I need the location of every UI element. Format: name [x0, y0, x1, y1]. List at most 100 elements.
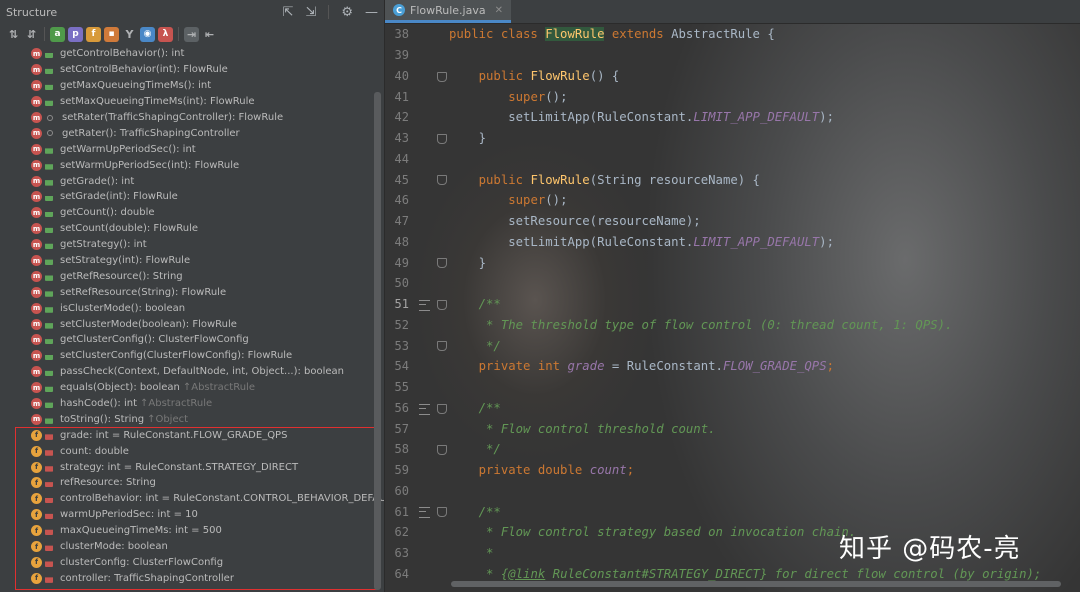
tree-item-field[interactable]: f clusterMode: boolean — [0, 539, 372, 555]
fold-marker-icon[interactable] — [437, 258, 447, 269]
code-line[interactable]: 60 — [385, 481, 1080, 502]
code-line[interactable]: 58 */ — [385, 439, 1080, 460]
code-line[interactable]: 42 setLimitApp(RuleConstant.LIMIT_APP_DE… — [385, 107, 1080, 128]
show-fields-icon[interactable]: f — [86, 26, 101, 42]
structure-scrollbar[interactable] — [374, 92, 381, 590]
fold-marker-icon[interactable] — [437, 175, 447, 186]
tree-item-method[interactable]: m getStrategy(): int — [0, 237, 372, 253]
tree-item-method[interactable]: m setClusterMode(boolean): FlowRule — [0, 316, 372, 332]
tree-item-method[interactable]: m hashCode(): int ↑AbstractRule — [0, 396, 372, 412]
code-line[interactable]: 57 * Flow control threshold count. — [385, 418, 1080, 439]
line-number[interactable]: 44 — [385, 152, 409, 166]
settings-gear-icon[interactable]: ⚙ — [341, 5, 353, 20]
code-line[interactable]: 61 /** — [385, 501, 1080, 522]
code-line[interactable]: 52 * The threshold type of flow control … — [385, 315, 1080, 336]
line-number[interactable]: 60 — [385, 484, 409, 498]
code-line[interactable]: 56 /** — [385, 398, 1080, 419]
hide-panel-icon[interactable]: — — [365, 5, 378, 20]
code-line[interactable]: 39 — [385, 45, 1080, 66]
fold-marker-icon[interactable] — [437, 507, 447, 518]
tree-item-field[interactable]: f controlBehavior: int = RuleConstant.CON… — [0, 491, 384, 507]
code-line[interactable]: 49 } — [385, 252, 1080, 273]
code-line[interactable]: 46 super(); — [385, 190, 1080, 211]
tree-item-method[interactable]: m setClusterConfig(ClusterFlowConfig): Fl… — [0, 348, 372, 364]
line-number[interactable]: 57 — [385, 422, 409, 436]
fold-marker-icon[interactable] — [437, 133, 447, 144]
line-number[interactable]: 61 — [385, 505, 409, 519]
line-number[interactable]: 63 — [385, 546, 409, 560]
line-number[interactable]: 59 — [385, 463, 409, 477]
tree-item-field[interactable]: f controller: TrafficShapingController — [0, 570, 372, 586]
line-number[interactable]: 39 — [385, 48, 409, 62]
sort-visibility-icon[interactable]: ⇵ — [24, 27, 39, 42]
code-line[interactable]: 59 private double count; — [385, 460, 1080, 481]
tree-item-method[interactable]: m setMaxQueueingTimeMs(int): FlowRule — [0, 94, 372, 110]
tree-item-field[interactable]: f maxQueueingTimeMs: int = 500 — [0, 523, 372, 539]
code-line[interactable]: 40 public FlowRule() { — [385, 66, 1080, 87]
code-line[interactable]: 47 setResource(resourceName); — [385, 211, 1080, 232]
code-line[interactable]: 43 } — [385, 128, 1080, 149]
line-number[interactable]: 43 — [385, 131, 409, 145]
line-number[interactable]: 56 — [385, 401, 409, 415]
tree-item-method[interactable]: m setWarmUpPeriodSec(int): FlowRule — [0, 157, 372, 173]
code-line[interactable]: 55 — [385, 377, 1080, 398]
line-number[interactable]: 53 — [385, 339, 409, 353]
tree-item-field[interactable]: f refResource: String — [0, 475, 372, 491]
tree-item-method[interactable]: m getClusterConfig(): ClusterFlowConfig — [0, 332, 372, 348]
line-number[interactable]: 47 — [385, 214, 409, 228]
tree-item-method[interactable]: m getWarmUpPeriodSec(): int — [0, 141, 372, 157]
tree-item-method[interactable]: m passCheck(Context, DefaultNode, int, Ob… — [0, 364, 372, 380]
line-number[interactable]: 52 — [385, 318, 409, 332]
tree-item-method[interactable]: m setGrade(int): FlowRule — [0, 189, 372, 205]
close-tab-icon[interactable]: ✕ — [495, 5, 503, 16]
tree-item-method[interactable]: m getRefResource(): String — [0, 268, 372, 284]
rendered-doc-icon[interactable] — [419, 507, 430, 519]
tree-item-method[interactable]: m getRater(): TrafficShapingController — [0, 125, 372, 141]
code-line[interactable]: 50 — [385, 273, 1080, 294]
tree-item-method[interactable]: m isClusterMode(): boolean — [0, 300, 372, 316]
tree-item-method[interactable]: m setRefResource(String): FlowRule — [0, 284, 372, 300]
tree-item-method[interactable]: m setControlBehavior(int): FlowRule — [0, 62, 372, 78]
fold-marker-icon[interactable] — [437, 71, 447, 82]
rendered-doc-icon[interactable] — [419, 403, 430, 415]
code-line[interactable]: 45 public FlowRule(String resourceName) … — [385, 169, 1080, 190]
tree-item-field[interactable]: f clusterConfig: ClusterFlowConfig — [0, 555, 372, 571]
tree-item-field[interactable]: f strategy: int = RuleConstant.STRATEGY_D… — [0, 459, 372, 475]
fold-marker-icon[interactable] — [437, 341, 447, 352]
show-anonymous-icon[interactable]: a — [50, 26, 65, 42]
line-number[interactable]: 48 — [385, 235, 409, 249]
tree-item-method[interactable]: m getControlBehavior(): int — [0, 46, 372, 62]
tree-item-field[interactable]: f grade: int = RuleConstant.FLOW_GRADE_QP… — [0, 427, 372, 443]
code-line[interactable]: 53 */ — [385, 335, 1080, 356]
tree-item-method[interactable]: m getCount(): double — [0, 205, 372, 221]
code-line[interactable]: 38 public class FlowRule extends Abstract… — [385, 24, 1080, 45]
line-number[interactable]: 41 — [385, 90, 409, 104]
code-area[interactable]: 38 public class FlowRule extends Abstract… — [385, 24, 1080, 592]
line-number[interactable]: 45 — [385, 173, 409, 187]
code-line[interactable]: 48 setLimitApp(RuleConstant.LIMIT_APP_DE… — [385, 232, 1080, 253]
sort-alpha-icon[interactable]: ⇅ — [6, 27, 21, 42]
tree-item-method[interactable]: m toString(): String ↑Object — [0, 411, 372, 427]
autoscroll-from-source-icon[interactable]: ⇤ — [202, 27, 217, 42]
tab-flowrule-java[interactable]: C FlowRule.java ✕ — [385, 0, 511, 23]
fold-marker-icon[interactable] — [437, 403, 447, 414]
fold-marker-icon[interactable] — [437, 445, 447, 455]
line-number[interactable]: 42 — [385, 110, 409, 124]
line-number[interactable]: 46 — [385, 193, 409, 207]
tree-item-method[interactable]: m getMaxQueueingTimeMs(): int — [0, 78, 372, 94]
editor-horizontal-scrollbar[interactable] — [451, 581, 1061, 587]
line-number[interactable]: 55 — [385, 380, 409, 394]
code-line[interactable]: 54 private int grade = RuleConstant.FLOW… — [385, 356, 1080, 377]
line-number[interactable]: 64 — [385, 567, 409, 581]
line-number[interactable]: 50 — [385, 276, 409, 290]
tree-item-field[interactable]: f warmUpPeriodSec: int = 10 — [0, 507, 372, 523]
line-number[interactable]: 40 — [385, 69, 409, 83]
line-number[interactable]: 54 — [385, 359, 409, 373]
line-number[interactable]: 38 — [385, 27, 409, 41]
line-number[interactable]: 51 — [385, 297, 409, 311]
tree-item-method[interactable]: m equals(Object): boolean ↑AbstractRule — [0, 380, 372, 396]
show-toplevel-icon[interactable]: λ — [158, 26, 173, 42]
show-inherited-icon[interactable]: Y — [122, 27, 137, 42]
tree-item-method[interactable]: m setStrategy(int): FlowRule — [0, 253, 372, 269]
rendered-doc-icon[interactable] — [419, 299, 430, 311]
